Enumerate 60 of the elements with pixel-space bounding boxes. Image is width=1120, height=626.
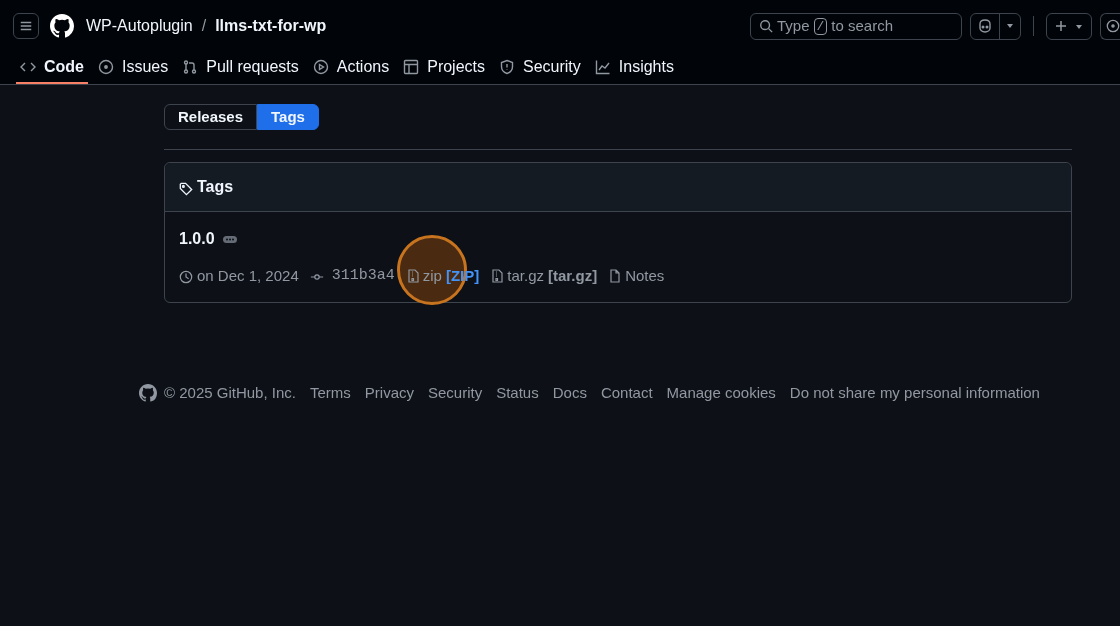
archive-name: tar.gz [507, 266, 544, 286]
circle-dot-icon [98, 59, 114, 75]
footer-link[interactable]: Status [496, 381, 539, 404]
shield-icon [499, 59, 515, 75]
create-button[interactable] [1046, 12, 1092, 40]
expand-button[interactable] [222, 235, 237, 243]
search-placeholder: Type [777, 15, 810, 36]
footer-link[interactable]: Terms [309, 381, 351, 404]
repo-nav-tab[interactable]: Pull requests [178, 52, 303, 84]
copilot-icon [977, 18, 993, 34]
repo-nav-tab[interactable]: Insights [590, 52, 678, 84]
repo-nav-tab[interactable]: Projects [399, 52, 489, 84]
footer-link[interactable]: Do not share my personal information [789, 381, 1040, 404]
caret-icon [1075, 22, 1083, 30]
notes-link[interactable]: Notes [625, 265, 665, 288]
footer-link[interactable]: Manage cookies [666, 381, 776, 404]
tag-icon [179, 181, 193, 196]
shortcut-key: / [813, 17, 828, 35]
tag-name-link[interactable]: 1.0.0 [179, 227, 215, 251]
menu-button[interactable] [13, 13, 39, 39]
search-field[interactable]: Type / to search [750, 12, 962, 40]
issues-button[interactable] [1100, 12, 1120, 40]
search-placeholder: to search [831, 15, 894, 36]
owner-link[interactable]: WP-Autoplugin [86, 14, 193, 38]
file-icon [609, 269, 622, 284]
download-link[interactable]: [ZIP] [445, 265, 480, 288]
tab-switch[interactable]: Tags [257, 104, 319, 130]
commit-link[interactable]: 311b3a4 [331, 265, 395, 288]
repo-nav-tab[interactable]: Security [495, 52, 585, 84]
copyright-text: © 2025 GitHub, Inc. [164, 382, 296, 403]
copilot-button[interactable] [970, 12, 1021, 40]
menu-icon [19, 19, 33, 33]
play-icon [312, 59, 329, 75]
repo-nav-tab[interactable]: Issues [94, 52, 173, 84]
file-zip-icon [491, 269, 504, 284]
path-separator: / [201, 16, 207, 36]
graph-icon [594, 59, 611, 75]
circle-dot-icon [1106, 19, 1120, 33]
repo-nav-tab[interactable]: Code [16, 52, 88, 84]
download-link[interactable]: [tar.gz] [547, 265, 598, 288]
footer-link[interactable]: Contact [600, 381, 653, 404]
tag-date: on Dec 1, 2024 [197, 266, 299, 286]
tab-switch[interactable]: Releases [164, 104, 258, 130]
github-logo-icon [50, 14, 74, 38]
plus-icon [1055, 20, 1067, 32]
footer-link[interactable]: Docs [552, 381, 587, 404]
footer-link[interactable]: Security [428, 381, 483, 404]
pull-request-icon [182, 59, 199, 75]
archive-name: zip [422, 266, 442, 286]
footer-link[interactable]: Privacy [364, 381, 414, 404]
search-icon [759, 19, 773, 33]
repo-link[interactable]: llms-txt-for-wp [215, 14, 327, 38]
caret-icon [1006, 22, 1014, 30]
panel-title: Tags [197, 177, 234, 197]
github-logo-icon [139, 383, 157, 402]
table-icon [403, 59, 420, 75]
repo-nav-tab[interactable]: Actions [308, 52, 394, 84]
clock-icon [179, 270, 193, 285]
ellipsis-icon [224, 237, 235, 241]
file-zip-icon [406, 269, 419, 284]
